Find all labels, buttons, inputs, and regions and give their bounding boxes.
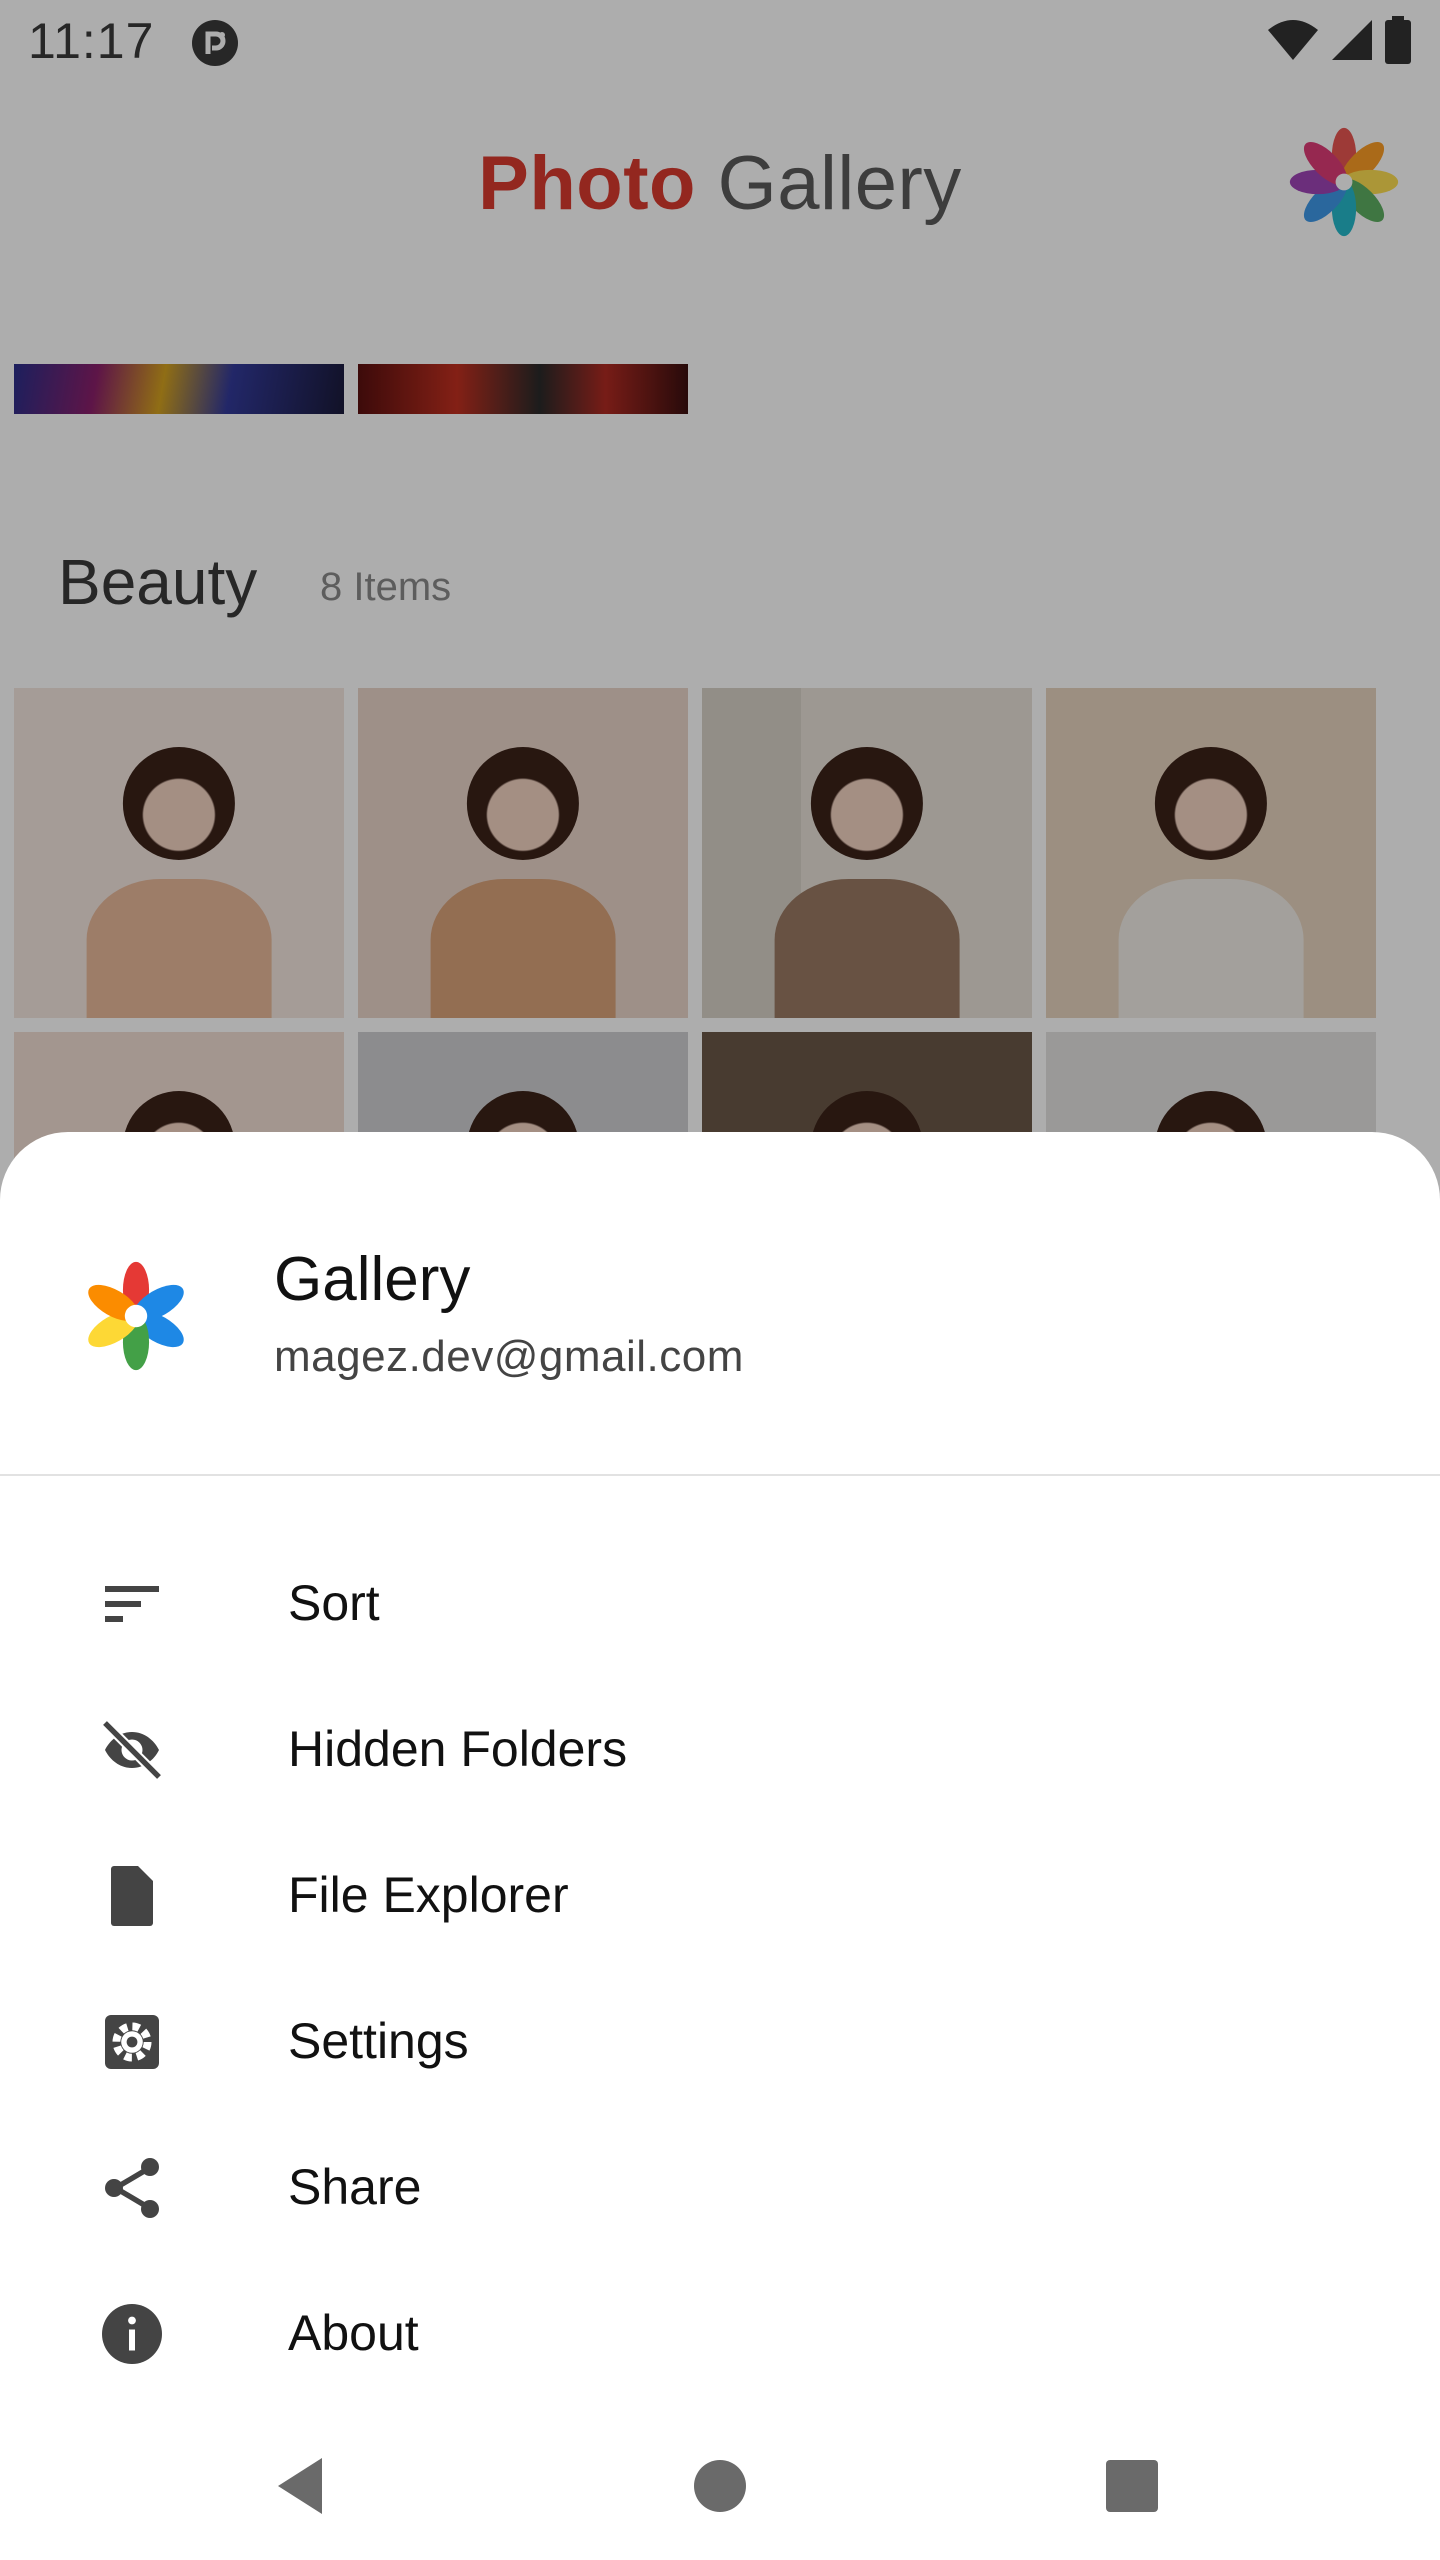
menu-item-file-explorer[interactable]: File Explorer [0,1822,1440,1968]
settings-icon [105,2015,159,2069]
menu-item-share[interactable]: Share [0,2114,1440,2260]
share-icon [105,2158,159,2218]
eye-off-icon [101,1719,163,1781]
info-icon [102,2304,162,2364]
sort-icon [105,1586,159,1622]
bottom-sheet: Gallery magez.dev@gmail.com Sort Hidden … [0,1132,1440,2560]
sheet-account-email: magez.dev@gmail.com [274,1332,744,1381]
system-navigation-bar [0,2410,1440,2560]
menu-item-sort[interactable]: Sort [0,1530,1440,1676]
divider [0,1474,1440,1476]
menu-item-label: Sort [288,1575,380,1631]
menu-item-label: Settings [288,2013,469,2069]
recents-square-icon[interactable] [1092,2446,1172,2526]
menu-item-label: File Explorer [288,1867,569,1923]
file-icon [111,1866,153,1926]
back-triangle-icon[interactable] [262,2446,342,2526]
menu-item-label: Hidden Folders [288,1721,628,1777]
menu-item-hidden-folders[interactable]: Hidden Folders [0,1676,1440,1822]
home-circle-icon[interactable] [680,2446,760,2526]
sheet-app-name: Gallery [274,1245,471,1314]
gallery-logo-icon [88,1261,184,1371]
sheet-header: Gallery magez.dev@gmail.com [0,1132,1440,1474]
menu-item-label: Share [288,2159,422,2215]
menu-item-settings[interactable]: Settings [0,1968,1440,2114]
menu-item-about[interactable]: About [0,2260,1440,2406]
menu-item-label: About [288,2305,419,2361]
